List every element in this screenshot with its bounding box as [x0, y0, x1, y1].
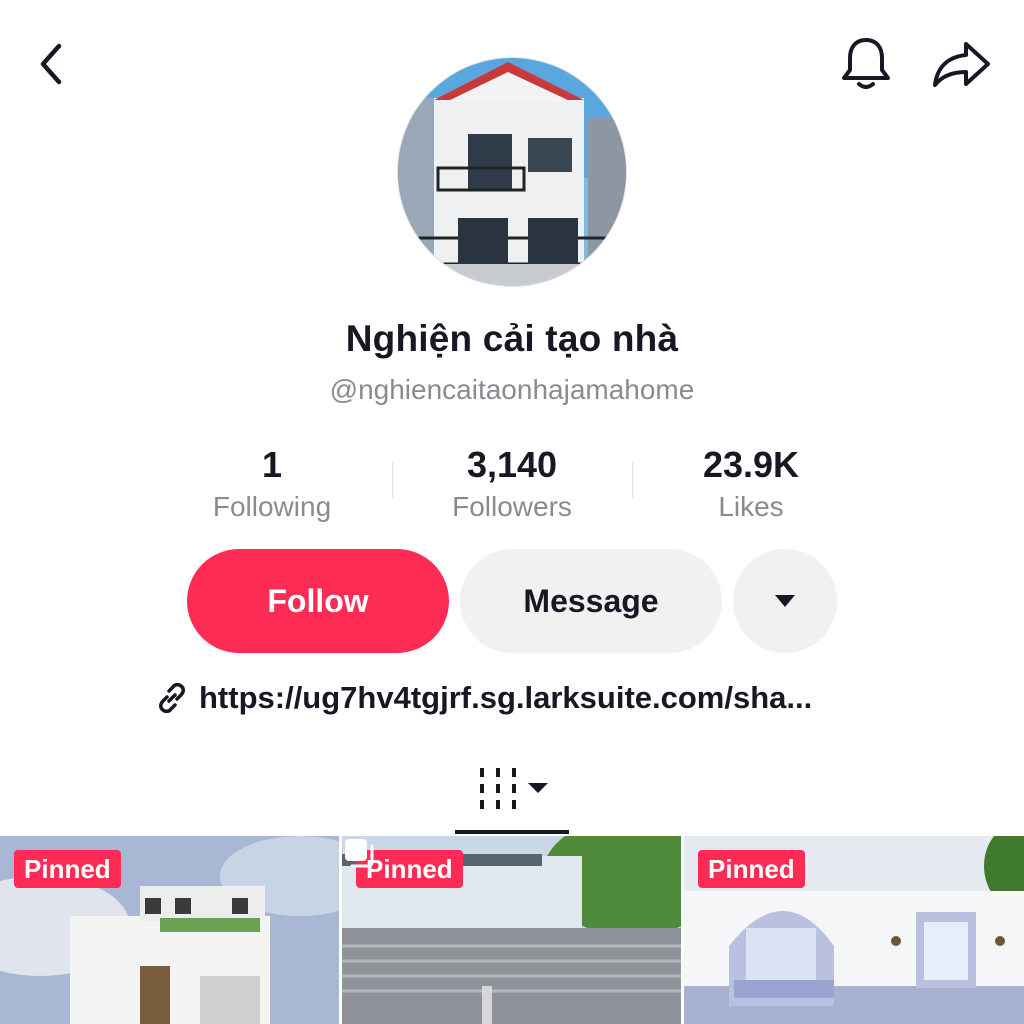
likes-count: 23.9K — [702, 444, 800, 485]
likes-label: Likes — [718, 491, 784, 522]
pinned-badge: Pinned — [698, 850, 805, 888]
username: @nghiencaitaonhajamahome — [329, 374, 695, 405]
followers-label: Followers — [452, 491, 572, 522]
video-thumbnail[interactable]: Pinned — [342, 836, 681, 1024]
caret-down-icon — [528, 783, 548, 793]
share-arrow-icon — [933, 42, 990, 87]
bio-link-text: https://ug7hv4tgjrf.sg.larksuite.com/sha… — [199, 680, 813, 715]
following-label: Following — [212, 491, 332, 522]
stat-following[interactable]: 1 Following — [152, 443, 392, 525]
bio-link[interactable]: https://ug7hv4tgjrf.sg.larksuite.com/sha… — [155, 676, 812, 720]
following-count: 1 — [261, 444, 283, 485]
video-thumbnail[interactable]: Pinned — [0, 836, 339, 1024]
more-options-button[interactable] — [733, 549, 837, 653]
display-name: Nghiện cải tạo nhà — [345, 318, 679, 359]
grid-bars-icon — [480, 768, 548, 809]
stat-followers[interactable]: 3,140 Followers — [392, 443, 632, 525]
tab-active-indicator — [455, 830, 569, 834]
bell-icon — [842, 38, 890, 89]
profile-page: Nghiện cải tạo nhà @nghiencaitaonhajamah… — [0, 0, 1024, 1024]
multi-photo-icon — [345, 839, 374, 868]
notification-bell-button[interactable] — [836, 34, 896, 94]
message-button[interactable]: Message — [460, 549, 722, 653]
tab-videos[interactable] — [470, 760, 560, 816]
back-button[interactable] — [22, 36, 78, 92]
caret-down-icon — [775, 595, 795, 607]
pinned-badge: Pinned — [14, 850, 121, 888]
follow-button[interactable]: Follow — [187, 549, 449, 653]
house-facade-photo — [398, 58, 626, 286]
chevron-left-icon — [40, 43, 62, 85]
stat-likes[interactable]: 23.9K Likes — [631, 443, 871, 525]
avatar[interactable] — [397, 57, 627, 287]
share-button[interactable] — [928, 36, 994, 92]
link-icon — [159, 682, 185, 714]
followers-count: 3,140 — [466, 444, 558, 485]
video-thumbnail[interactable]: Pinned — [684, 836, 1024, 1024]
